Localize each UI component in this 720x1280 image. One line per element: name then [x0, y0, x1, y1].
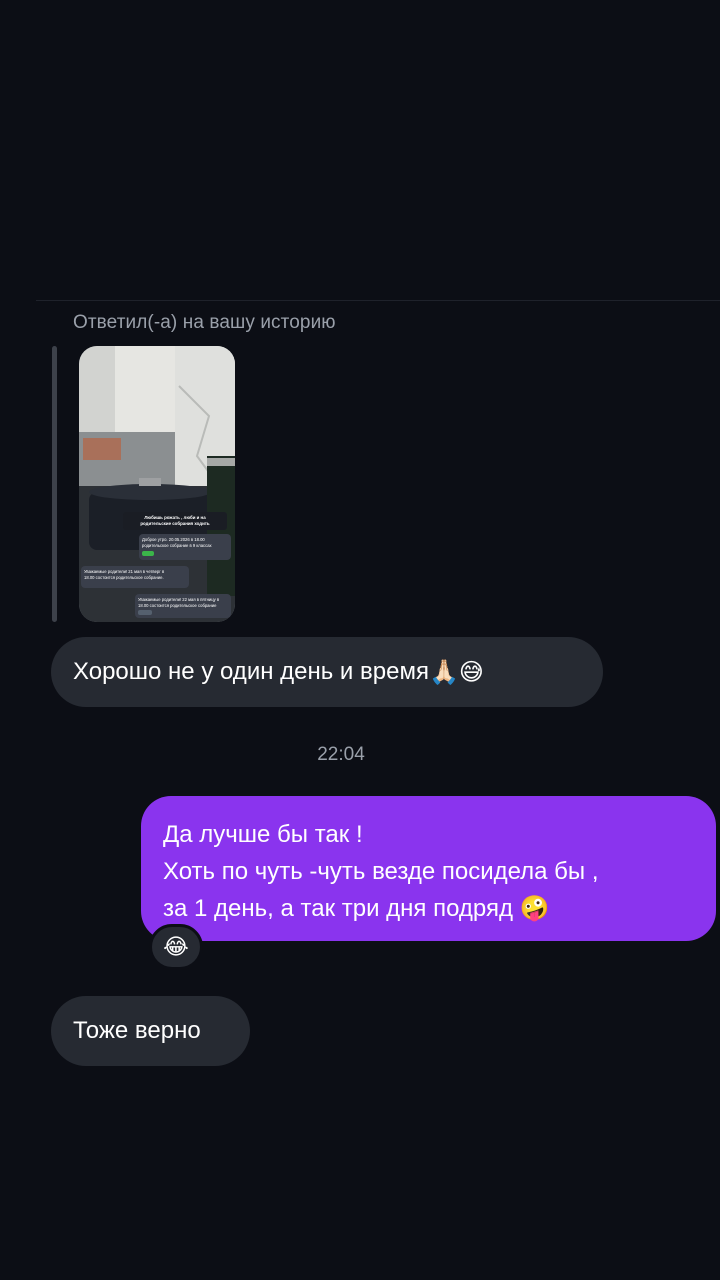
message-line: за 1 день, а так три дня подряд	[163, 895, 513, 922]
svg-text:Уважаемые родители! 22 мая в п: Уважаемые родители! 22 мая в пятницу в	[138, 597, 220, 602]
svg-text:Любишь рожать , люби и на: Любишь рожать , люби и на	[144, 515, 206, 520]
message-incoming[interactable]: Тоже верно	[51, 996, 250, 1066]
divider	[36, 300, 720, 301]
message-outgoing[interactable]: Да лучше бы так ! Хоть по чуть -чуть вез…	[141, 796, 716, 941]
time-separator: 22:04	[317, 744, 365, 765]
reaction-badge[interactable]: 😂	[149, 924, 203, 970]
message-text: Хорошо не у один день и время	[73, 658, 429, 685]
message-line: Да лучше бы так !	[163, 821, 363, 848]
message-emoji: 🤪	[519, 894, 550, 922]
svg-text:родительское собрание в 9 клас: родительское собрание в 9 классах	[142, 543, 213, 548]
story-preview[interactable]: Любишь рожать , люби и на родительские с…	[79, 346, 235, 622]
svg-text:18.00 состоится родительское с: 18.00 состоится родительское собрание.	[84, 575, 164, 580]
svg-text:родительские собрания ходить: родительские собрания ходить	[140, 521, 210, 526]
message-text: Тоже верно	[73, 1017, 201, 1044]
svg-text:Уважаемые родители! 21 мая в ч: Уважаемые родители! 21 мая в четверг в	[84, 569, 165, 574]
reply-indicator-bar	[52, 346, 57, 622]
message-emoji: 🙏🏻😅	[428, 658, 484, 686]
message-incoming[interactable]: Хорошо не у один день и время 🙏🏻😅	[51, 637, 603, 707]
message-line: Хоть по чуть -чуть везде посидела бы ,	[163, 858, 599, 885]
laughing-emoji-icon: 😂	[163, 934, 189, 960]
reply-caption: Ответил(-а) на вашу историю	[73, 312, 336, 333]
svg-text:Доброе утро. 20.05.2026 в 18.0: Доброе утро. 20.05.2026 в 18.00	[142, 537, 205, 542]
svg-text:18.00 состоится родительское с: 18.00 состоится родительское собрание	[138, 603, 217, 608]
